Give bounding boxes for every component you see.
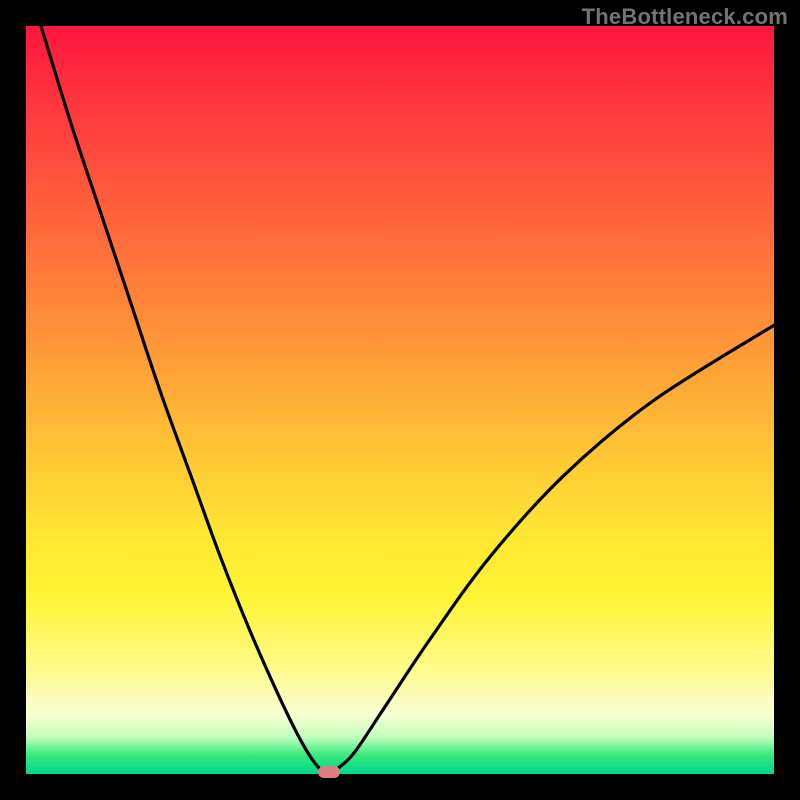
plot-area	[26, 26, 774, 774]
chart-frame: TheBottleneck.com	[0, 0, 800, 800]
minimum-marker	[318, 766, 340, 778]
bottleneck-curve	[26, 26, 774, 774]
